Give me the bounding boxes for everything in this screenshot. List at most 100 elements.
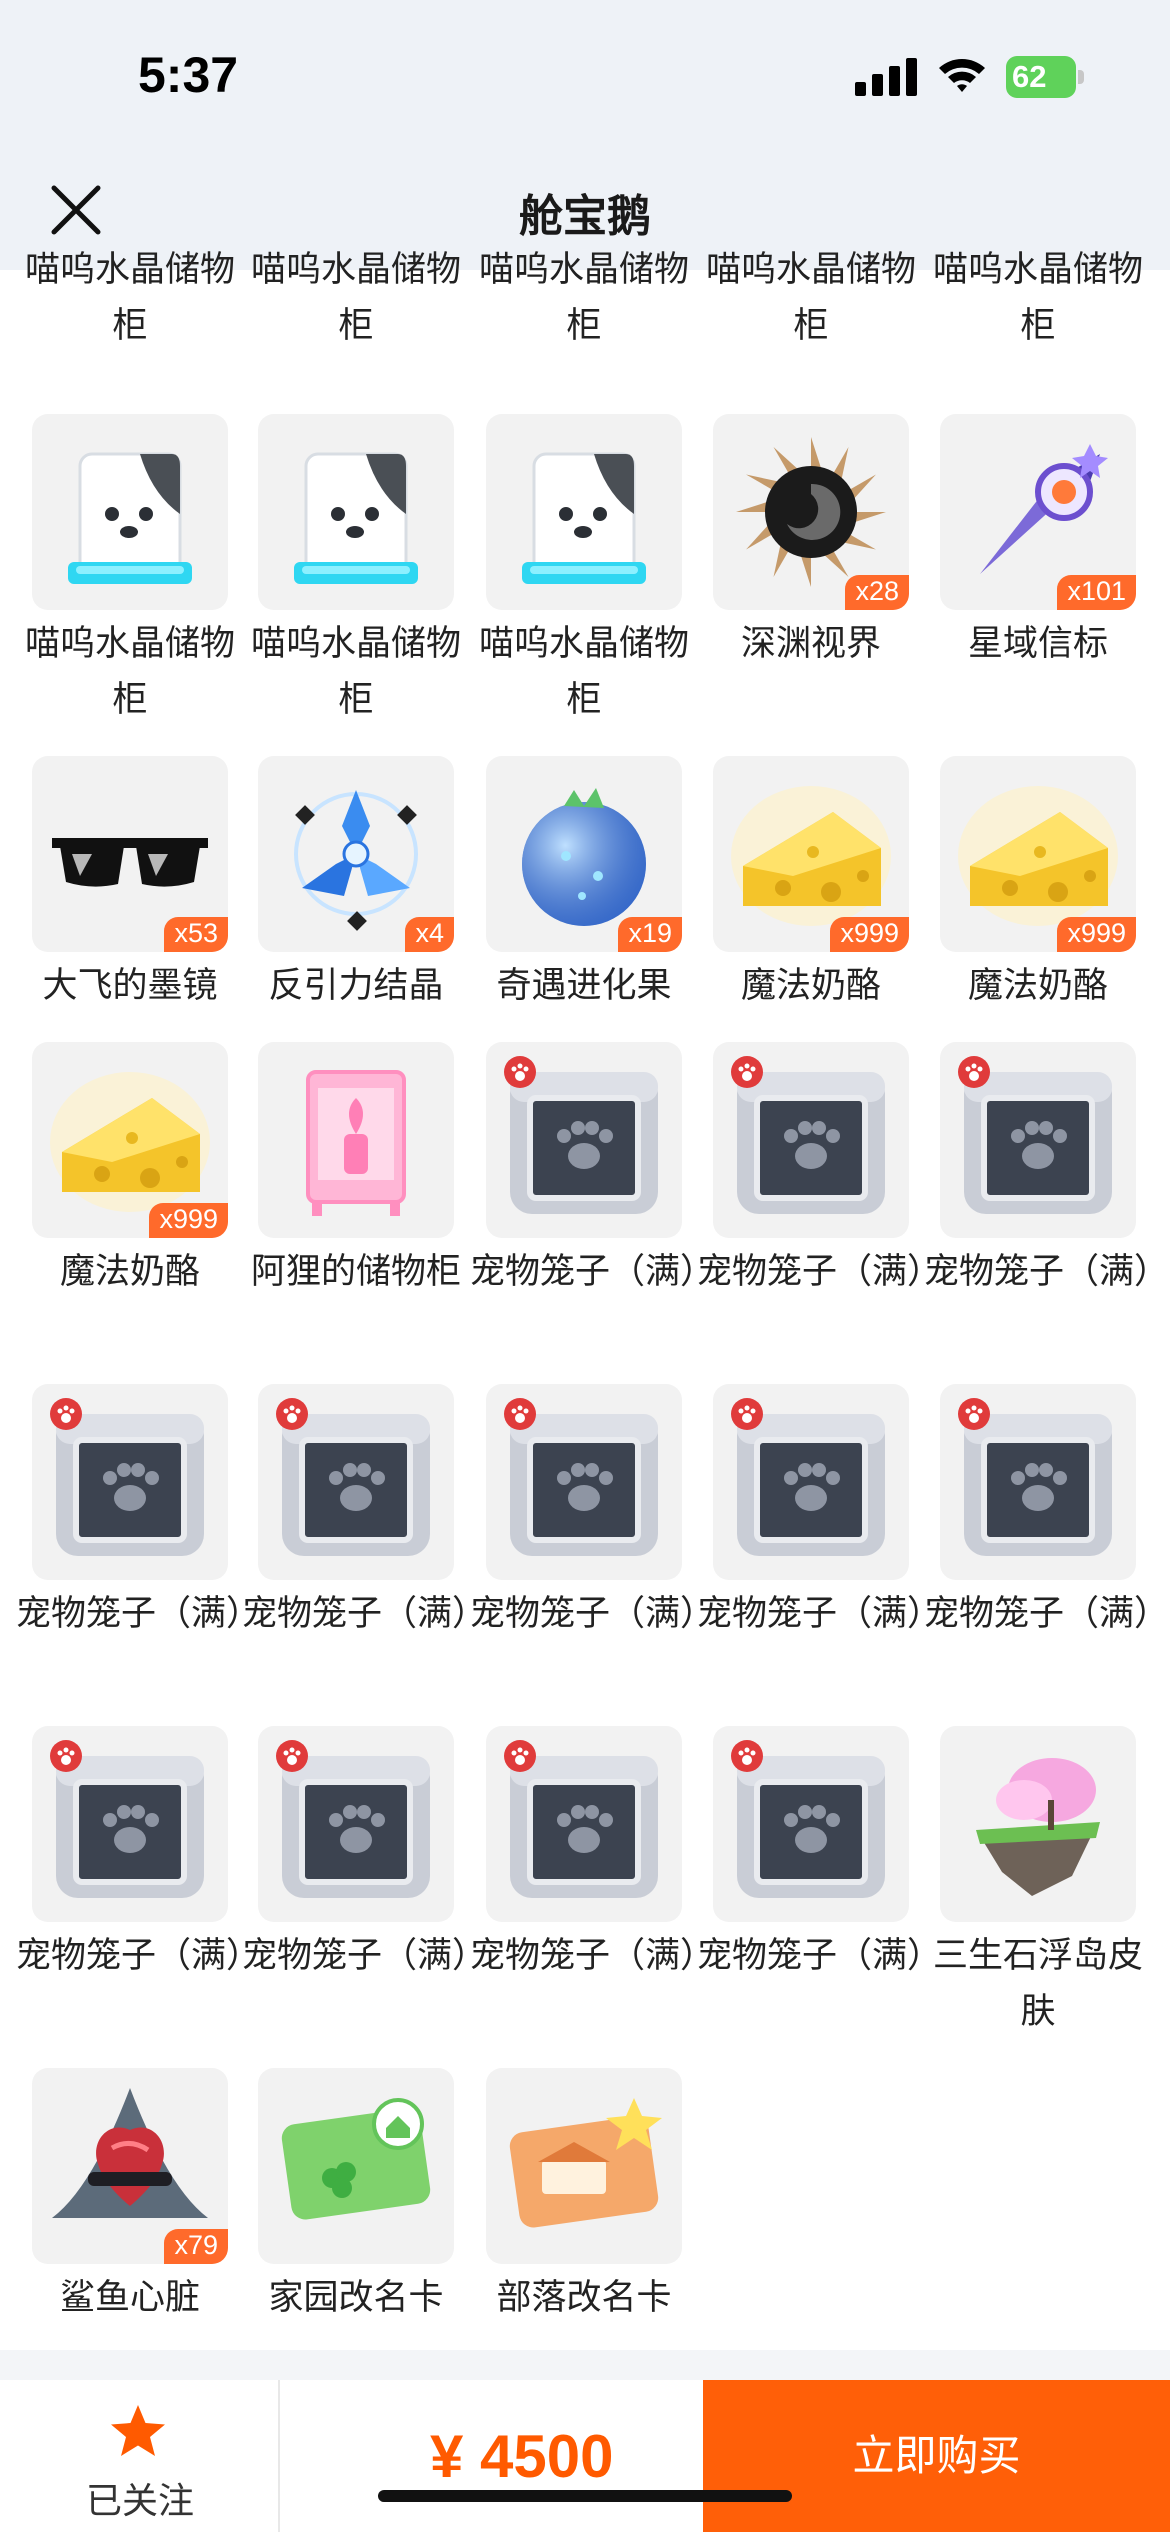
item-label: 喵呜水晶储物柜 xyxy=(24,250,235,346)
home-indicator xyxy=(378,2490,792,2502)
item-label: 喵呜水晶储物柜 xyxy=(250,250,461,346)
item-count-badge: x28 xyxy=(845,575,909,610)
pet-cage-icon xyxy=(940,1384,1136,1580)
item-thumbnail xyxy=(32,1726,228,1922)
pet-cage-icon xyxy=(713,1384,909,1580)
item-count-badge: x4 xyxy=(405,917,454,952)
battery-percent: 62 xyxy=(1012,59,1047,94)
home-rename-card-icon xyxy=(258,2068,454,2264)
item-label: 宠物笼子（满） xyxy=(16,1936,262,1976)
pet-cage-icon xyxy=(940,1042,1136,1238)
item-label: 宠物笼子（满） xyxy=(697,1594,943,1634)
cellular-signal-icon xyxy=(855,58,917,96)
item-label: 宠物笼子（满） xyxy=(16,1594,262,1634)
pet-cage-icon xyxy=(258,1726,454,1922)
item-thumbnail xyxy=(486,2068,682,2264)
pet-cage-icon xyxy=(713,1042,909,1238)
pet-cage-icon xyxy=(486,1042,682,1238)
item-label: 宠物笼子（满） xyxy=(470,1252,716,1292)
item-thumbnail xyxy=(713,1384,909,1580)
item-thumbnail xyxy=(486,1384,682,1580)
item-label: 喵呜水晶储物柜 xyxy=(250,624,461,720)
item-label: 反引力结晶 xyxy=(268,966,444,1006)
item-thumbnail: x79 xyxy=(32,2068,228,2264)
pet-cage-icon xyxy=(32,1726,228,1922)
item-label: 宠物笼子（满） xyxy=(924,1252,1170,1292)
item-label: 星域信标 xyxy=(967,624,1108,664)
item-grid: 喵呜水晶储物柜 喵呜水晶储物柜 喵呜水晶储物柜 喵呜水晶储物柜 喵呜水晶储物柜 喵呜水晶储… xyxy=(0,250,1170,2350)
battery-icon: 62 xyxy=(1006,56,1084,98)
item-thumbnail xyxy=(940,1042,1136,1238)
pet-cage-icon xyxy=(32,1384,228,1580)
item-label: 三生石浮岛皮肤 xyxy=(932,1936,1143,2032)
item-thumbnail xyxy=(32,1384,228,1580)
item-label: 魔法奶酪 xyxy=(59,1252,200,1292)
item-label: 宠物笼子（满） xyxy=(470,1936,716,1976)
pet-cage-icon xyxy=(258,1384,454,1580)
item-count-badge: x79 xyxy=(164,2229,228,2264)
item-label: 喵呜水晶储物柜 xyxy=(478,250,689,346)
item-label: 大飞的墨镜 xyxy=(42,966,218,1006)
item-count-badge: x19 xyxy=(618,917,682,952)
item-thumbnail xyxy=(258,1726,454,1922)
bottom-bar: 已关注 ¥ 4500 立即购买 xyxy=(0,2380,1170,2532)
item-thumbnail xyxy=(940,1726,1136,1922)
follow-label: 已关注 xyxy=(85,2481,194,2522)
item-label: 鲨鱼心脏 xyxy=(59,2278,200,2318)
pet-cage-icon xyxy=(713,1726,909,1922)
item-label: 喵呜水晶储物柜 xyxy=(705,250,916,346)
crystal-cabinet-icon xyxy=(32,414,228,610)
item-thumbnail xyxy=(258,1384,454,1580)
item-thumbnail xyxy=(486,1726,682,1922)
item-label: 宠物笼子（满） xyxy=(697,1252,943,1292)
item-thumbnail xyxy=(713,1042,909,1238)
floating-island-icon xyxy=(940,1726,1136,1922)
item-label: 宠物笼子（满） xyxy=(697,1936,943,1976)
item-thumbnail: x999 xyxy=(713,756,909,952)
item-thumbnail xyxy=(713,1726,909,1922)
item-label: 宠物笼子（满） xyxy=(470,1594,716,1634)
item-thumbnail: x4 xyxy=(258,756,454,952)
item-count-badge: x999 xyxy=(1057,917,1136,952)
item-thumbnail xyxy=(940,1384,1136,1580)
item-thumbnail: x28 xyxy=(713,414,909,610)
item-label: 魔法奶酪 xyxy=(740,966,881,1006)
item-count-badge: x999 xyxy=(149,1203,228,1238)
item-label: 宠物笼子（满） xyxy=(242,1936,488,1976)
item-label: 宠物笼子（满） xyxy=(242,1594,488,1634)
item-thumbnail xyxy=(32,414,228,610)
wifi-icon xyxy=(939,59,985,92)
item-label: 阿狸的储物柜 xyxy=(250,1252,461,1292)
crystal-cabinet-icon xyxy=(258,414,454,610)
item-label: 部落改名卡 xyxy=(496,2278,672,2318)
crystal-cabinet-icon xyxy=(486,414,682,610)
item-label: 奇遇进化果 xyxy=(496,966,672,1006)
item-thumbnail: x999 xyxy=(940,756,1136,952)
star-icon xyxy=(111,2405,165,2456)
item-label: 家园改名卡 xyxy=(268,2278,444,2318)
item-label: 喵呜水晶储物柜 xyxy=(478,624,689,720)
item-label: 宠物笼子（满） xyxy=(924,1594,1170,1634)
item-thumbnail xyxy=(486,414,682,610)
follow-button[interactable]: 已关注 xyxy=(0,2380,280,2532)
item-count-badge: x53 xyxy=(164,917,228,952)
item-count-badge: x999 xyxy=(830,917,909,952)
item-thumbnail xyxy=(486,1042,682,1238)
pet-cage-icon xyxy=(486,1384,682,1580)
status-bar: 5:37 62 xyxy=(0,0,1170,150)
price: ¥ 4500 xyxy=(430,2423,614,2490)
page-title: 舱宝鹅 xyxy=(519,191,651,242)
item-label: 喵呜水晶储物柜 xyxy=(24,624,235,720)
pink-cabinet-icon xyxy=(258,1042,454,1238)
tribe-rename-card-icon xyxy=(486,2068,682,2264)
item-thumbnail xyxy=(258,1042,454,1238)
item-label: 魔法奶酪 xyxy=(967,966,1108,1006)
item-thumbnail xyxy=(258,2068,454,2264)
item-label: 喵呜水晶储物柜 xyxy=(932,250,1143,346)
buy-now-button[interactable]: 立即购买 xyxy=(703,2380,1170,2532)
item-thumbnail xyxy=(258,414,454,610)
item-count-badge: x101 xyxy=(1057,575,1136,610)
item-thumbnail: x999 xyxy=(32,1042,228,1238)
item-label: 深渊视界 xyxy=(740,624,881,664)
item-thumbnail: x101 xyxy=(940,414,1136,610)
